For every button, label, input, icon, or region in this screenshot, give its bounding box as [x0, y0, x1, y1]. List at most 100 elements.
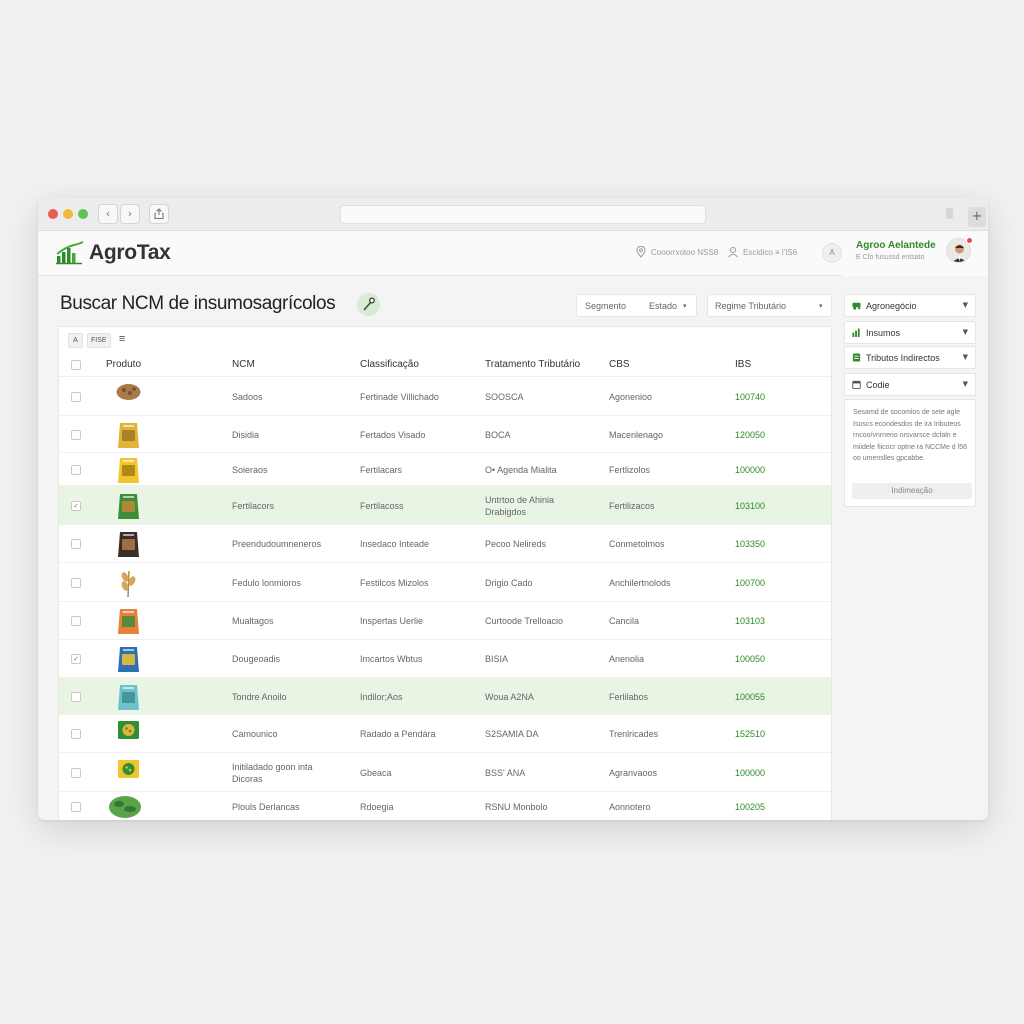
table-row[interactable]: Mualtagos Inspertas Uerlie Curtoode Trel…: [59, 602, 831, 640]
table-tool-menu[interactable]: ≡: [115, 333, 130, 348]
info-text: Sesamd de socomlos de sete agle Isoscs e…: [853, 409, 967, 462]
grain-bag-icon: [115, 420, 142, 455]
cell-cbs: Trenlricades: [609, 729, 659, 739]
logo[interactable]: AgroTax: [56, 238, 171, 268]
row-checkbox[interactable]: ✓: [71, 501, 81, 511]
cell-ibs: 100700: [735, 578, 766, 588]
header-account[interactable]: Excidico ≡ l'IS6: [727, 246, 797, 258]
column-header-ibs[interactable]: IBS: [735, 359, 751, 370]
sidebar-item-label: Agronegócio: [866, 301, 917, 311]
row-checkbox[interactable]: [71, 430, 81, 440]
table-row[interactable]: Fedulo lonmioros Festilcos Mizolos Drigi…: [59, 563, 831, 602]
cell-ncm: Mualtagos: [232, 616, 274, 626]
row-checkbox[interactable]: [71, 392, 81, 402]
column-header-tratamento[interactable]: Tratamento Tributário: [485, 359, 580, 370]
teal-bag-icon: [115, 682, 142, 717]
bar-chart-icon: [852, 328, 860, 337]
close-window-button[interactable]: [48, 209, 58, 219]
cell-cbs: Fertilizacos: [609, 501, 655, 511]
minimize-window-button[interactable]: [63, 209, 73, 219]
cell-cbs: Anenolia: [609, 654, 645, 664]
table-row[interactable]: Tondre Anoilo Indilor;Aos Woua A2NA Ferl…: [59, 678, 831, 717]
table-row[interactable]: Soieraos Fertilacars O• Agenda Mialita F…: [59, 453, 831, 486]
cell-tratamento: BSS' ANA: [485, 768, 526, 778]
regime-filter[interactable]: Regime Tributário ▾: [707, 294, 832, 317]
row-checkbox[interactable]: [71, 692, 81, 702]
results-table: A FISE ≡ Produto NCM Classificação Trata…: [58, 326, 832, 820]
user-menu[interactable]: Agroo Aelantede E Cfo fusussd entsato: [842, 231, 988, 276]
pin-tool-icon: [363, 297, 375, 311]
table-row[interactable]: Disidia Fertados Visado BOCA Macenlenago…: [59, 416, 831, 455]
yellow-box-icon: [115, 758, 142, 785]
chevron-down-icon: ▾: [683, 302, 687, 310]
cell-ncm: Disidia: [232, 430, 260, 440]
table-row[interactable]: Initiladado goon inta Dicoras Gbeaca BSS…: [59, 753, 831, 792]
table-row[interactable]: ✓ Dougeoadis Imcartos Wbtus BISIA Anenol…: [59, 640, 831, 678]
row-checkbox[interactable]: ✓: [71, 654, 81, 664]
notification-badge: [966, 237, 973, 244]
cell-tratamento: BISIA: [485, 654, 509, 664]
table-row[interactable]: Sadoos Fertinade Villichado SOOSCA Agone…: [59, 378, 831, 416]
header-circle-button[interactable]: A: [822, 243, 842, 263]
page-title: Buscar NCM de insumosagrícolos: [60, 293, 336, 314]
cell-ncm: Fertilacors: [232, 501, 275, 511]
cell-tratamento: RSNU Monbolo: [485, 802, 548, 812]
maximize-window-button[interactable]: [78, 209, 88, 219]
extension-icon[interactable]: [946, 208, 953, 219]
row-checkbox[interactable]: [71, 768, 81, 778]
cell-tratamento: Curtoode Trelloacio: [485, 616, 564, 626]
column-header-cbs[interactable]: CBS: [609, 359, 630, 370]
cell-classificacao: Fertilacoss: [360, 501, 404, 511]
table-row[interactable]: Plouls Derlancas Rdoegia RSNU Monbolo Ao…: [59, 792, 831, 820]
share-button[interactable]: [149, 204, 169, 224]
cell-cbs: Ferlilabos: [609, 692, 649, 702]
cell-ibs: 100055: [735, 692, 766, 702]
table-tool-sort[interactable]: A: [68, 332, 83, 348]
cell-ibs: 120050: [735, 430, 766, 440]
sidebar-item-tributos[interactable]: Tributos Indirectos ▼: [844, 346, 976, 369]
header-location-text: Cooorrxotoo NSS8: [651, 247, 719, 257]
sidebar-item-codie[interactable]: Codie ▼: [844, 373, 976, 396]
chevron-down-icon: ▼: [962, 301, 968, 309]
forward-button[interactable]: ›: [120, 204, 140, 224]
column-header-produto[interactable]: Produto: [106, 359, 141, 370]
table-row[interactable]: ✓ Fertilacors Fertilacoss Untrtoo de Ahi…: [59, 486, 831, 525]
row-checkbox[interactable]: [71, 802, 81, 812]
calendar-icon: [852, 380, 861, 389]
column-header-classificacao[interactable]: Classificação: [360, 359, 419, 370]
sidebar-item-agronegocio[interactable]: Agronegócio ▼: [844, 294, 976, 317]
address-bar[interactable]: [340, 205, 706, 224]
table-row[interactable]: Camounico Radado a Pendára S2SAMIA DA Tr…: [59, 715, 831, 753]
row-checkbox[interactable]: [71, 539, 81, 549]
header-location[interactable]: Cooorrxotoo NSS8: [635, 246, 718, 258]
regime-filter-label: Regime Tributário: [715, 301, 787, 311]
row-checkbox[interactable]: [71, 616, 81, 626]
dark-bag-icon: [115, 529, 142, 564]
chevron-down-icon: ▼: [962, 328, 968, 336]
table-header: Produto NCM Classificação Tratamento Tri…: [59, 354, 831, 377]
cell-ncm: Plouls Derlancas: [232, 802, 300, 812]
cell-classificacao: Imcartos Wbtus: [360, 654, 423, 664]
segment-state-filter[interactable]: Segmento Estado ▾: [576, 294, 697, 317]
sidebar-item-insumos[interactable]: Insumos ▼: [844, 321, 976, 344]
indicacao-button[interactable]: Indimeação: [852, 483, 972, 499]
table-tool-filter[interactable]: FISE: [87, 332, 111, 348]
cell-ncm: Soieraos: [232, 465, 268, 475]
select-all-checkbox[interactable]: [71, 360, 81, 370]
row-checkbox[interactable]: [71, 729, 81, 739]
row-checkbox[interactable]: [71, 465, 81, 475]
back-button[interactable]: ‹: [98, 204, 118, 224]
browser-toolbar: ‹ › +: [38, 198, 988, 231]
cell-cbs: Conmetoimos: [609, 539, 665, 549]
cell-ncm: Camounico: [232, 729, 278, 739]
new-tab-button[interactable]: +: [968, 207, 986, 227]
table-row[interactable]: Preendudoumneneros Insedaco Inteade Peco…: [59, 525, 831, 564]
browser-window: ‹ › + AgroTax Cooorrxotoo NSS8 Excidico …: [38, 198, 988, 820]
cell-classificacao: Festilcos Mizolos: [360, 578, 429, 588]
chevron-down-icon: ▼: [962, 380, 968, 388]
cell-tratamento: S2SAMIA DA: [485, 729, 539, 739]
column-header-ncm[interactable]: NCM: [232, 359, 255, 370]
cell-classificacao: Inspertas Uerlie: [360, 616, 424, 626]
title-action-button[interactable]: [357, 293, 380, 316]
row-checkbox[interactable]: [71, 578, 81, 588]
